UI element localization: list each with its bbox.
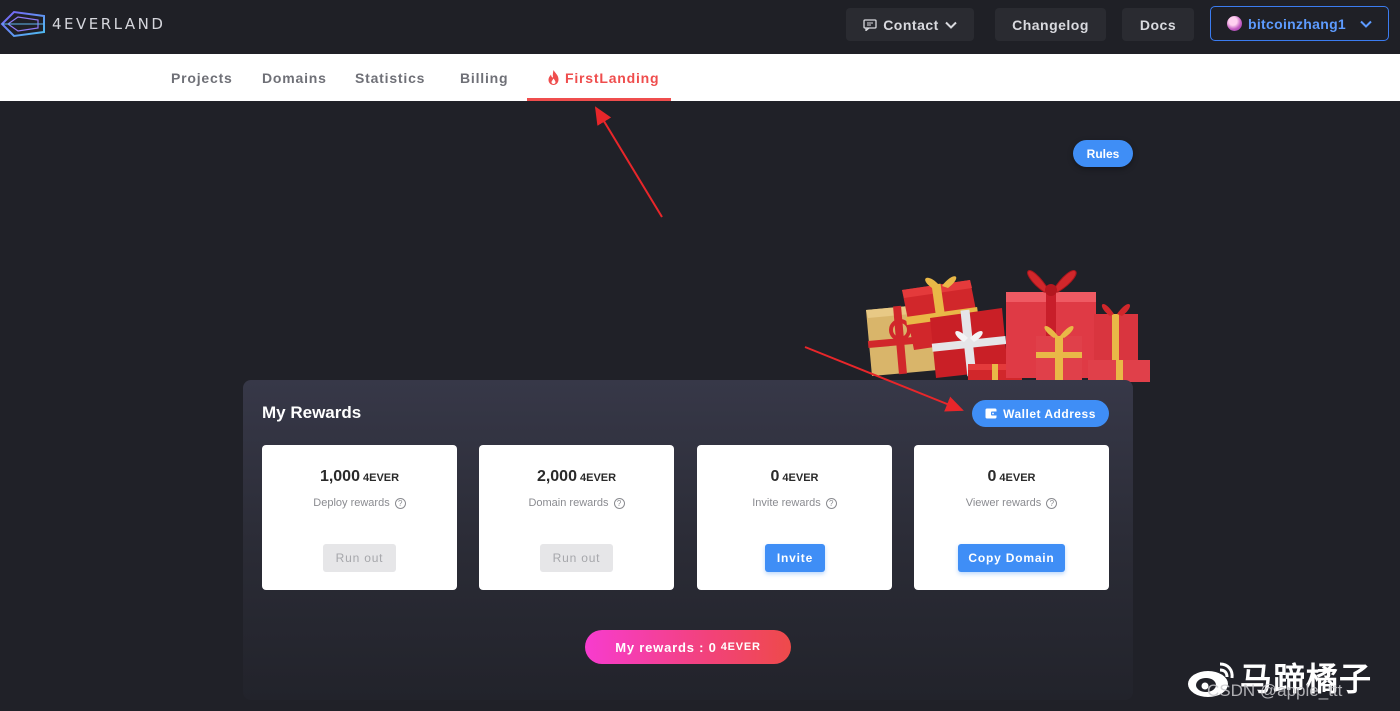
question-circle-icon[interactable]: ? xyxy=(825,497,837,509)
reward-value: 0 4EVER xyxy=(697,468,892,486)
logo[interactable]: 4EVERLAND xyxy=(0,6,200,42)
total-label: My rewards : 0 xyxy=(615,639,717,655)
reward-unit: 4EVER xyxy=(579,472,617,484)
run-out-button: Run out xyxy=(540,544,613,572)
wallet-icon xyxy=(985,408,998,419)
reward-card-invite: 0 4EVER Invite rewards ? Invite xyxy=(697,445,892,590)
contact-button[interactable]: Contact xyxy=(846,8,974,41)
docs-button[interactable]: Docs xyxy=(1122,8,1194,41)
gift-box-right xyxy=(1088,304,1150,382)
reward-unit: 4EVER xyxy=(362,472,400,484)
rewards-panel: My Rewards Wallet Address 1,000 4EVER Dep… xyxy=(243,380,1133,700)
reward-value: 2,000 4EVER xyxy=(479,468,674,486)
reward-card-deploy: 1,000 4EVER Deploy rewards ? Run out xyxy=(262,445,457,590)
message-icon xyxy=(863,18,877,31)
user-menu-button[interactable]: bitcoinzhang1 xyxy=(1210,6,1389,41)
question-circle-icon[interactable]: ? xyxy=(613,497,625,509)
reward-card-domain: 2,000 4EVER Domain rewards ? Run out xyxy=(479,445,674,590)
rules-button[interactable]: Rules xyxy=(1073,140,1133,167)
arrow-to-firstlanding xyxy=(594,106,663,218)
reward-unit: 4EVER xyxy=(999,472,1036,484)
reward-label: Deploy rewards ? xyxy=(262,497,457,509)
tab-domains[interactable]: Domains xyxy=(262,70,327,86)
copy-domain-button[interactable]: Copy Domain xyxy=(958,544,1065,572)
reward-unit: 4EVER xyxy=(782,472,819,484)
tab-firstlanding[interactable]: FirstLanding xyxy=(546,69,660,86)
reward-value: 0 4EVER xyxy=(914,468,1109,486)
reward-label: Invite rewards ? xyxy=(697,497,892,509)
wallet-address-label: Wallet Address xyxy=(1003,406,1096,421)
my-rewards-total-button[interactable]: My rewards : 0 4EVER xyxy=(585,630,791,664)
watermark-csdn: CSDN @apple_ttt xyxy=(1207,681,1343,700)
reward-label-text: Invite rewards xyxy=(752,497,821,509)
reward-label-text: Viewer rewards xyxy=(965,497,1042,509)
active-tab-indicator xyxy=(527,98,671,101)
rewards-title: My Rewards xyxy=(262,403,362,422)
tab-projects[interactable]: Projects xyxy=(171,70,233,86)
reward-label: Domain rewards ? xyxy=(479,497,674,509)
reward-amount: 0 xyxy=(770,468,780,485)
username: bitcoinzhang1 xyxy=(1248,15,1347,32)
reward-amount: 0 xyxy=(987,468,997,485)
avatar xyxy=(1227,16,1242,31)
run-out-button: Run out xyxy=(323,544,396,572)
gift-boxes-illustration xyxy=(866,270,1150,390)
reward-value: 1,000 4EVER xyxy=(262,468,457,486)
tab-statistics[interactable]: Statistics xyxy=(355,70,425,86)
logo-icon xyxy=(0,10,45,38)
wallet-address-button[interactable]: Wallet Address xyxy=(972,400,1109,427)
question-circle-icon[interactable]: ? xyxy=(1046,497,1058,509)
reward-label-text: Deploy rewards xyxy=(313,497,390,509)
reward-amount: 1,000 xyxy=(319,468,360,485)
tab-billing[interactable]: Billing xyxy=(460,70,508,86)
reward-card-viewer: 0 4EVER Viewer rewards ? Copy Domain xyxy=(914,445,1109,590)
question-circle-icon[interactable]: ? xyxy=(394,497,406,509)
total-unit: 4EVER xyxy=(720,641,761,653)
chevron-down-icon xyxy=(1360,20,1372,28)
invite-button[interactable]: Invite xyxy=(765,544,825,572)
chevron-down-icon xyxy=(945,21,957,29)
reward-amount: 2,000 xyxy=(536,468,577,485)
flame-icon xyxy=(548,69,559,85)
tab-firstlanding-label: FirstLanding xyxy=(565,70,660,86)
reward-label-text: Domain rewards xyxy=(528,497,609,509)
reward-label: Viewer rewards ? xyxy=(914,497,1109,509)
logo-text: 4EVERLAND xyxy=(52,15,166,33)
changelog-button[interactable]: Changelog xyxy=(995,8,1106,41)
top-header: 4EVERLAND Contact Changelog Docs bitcoin… xyxy=(0,0,1400,54)
contact-label: Contact xyxy=(883,16,939,33)
nav-tabs: Projects Domains Statistics Billing Firs… xyxy=(0,54,1400,101)
